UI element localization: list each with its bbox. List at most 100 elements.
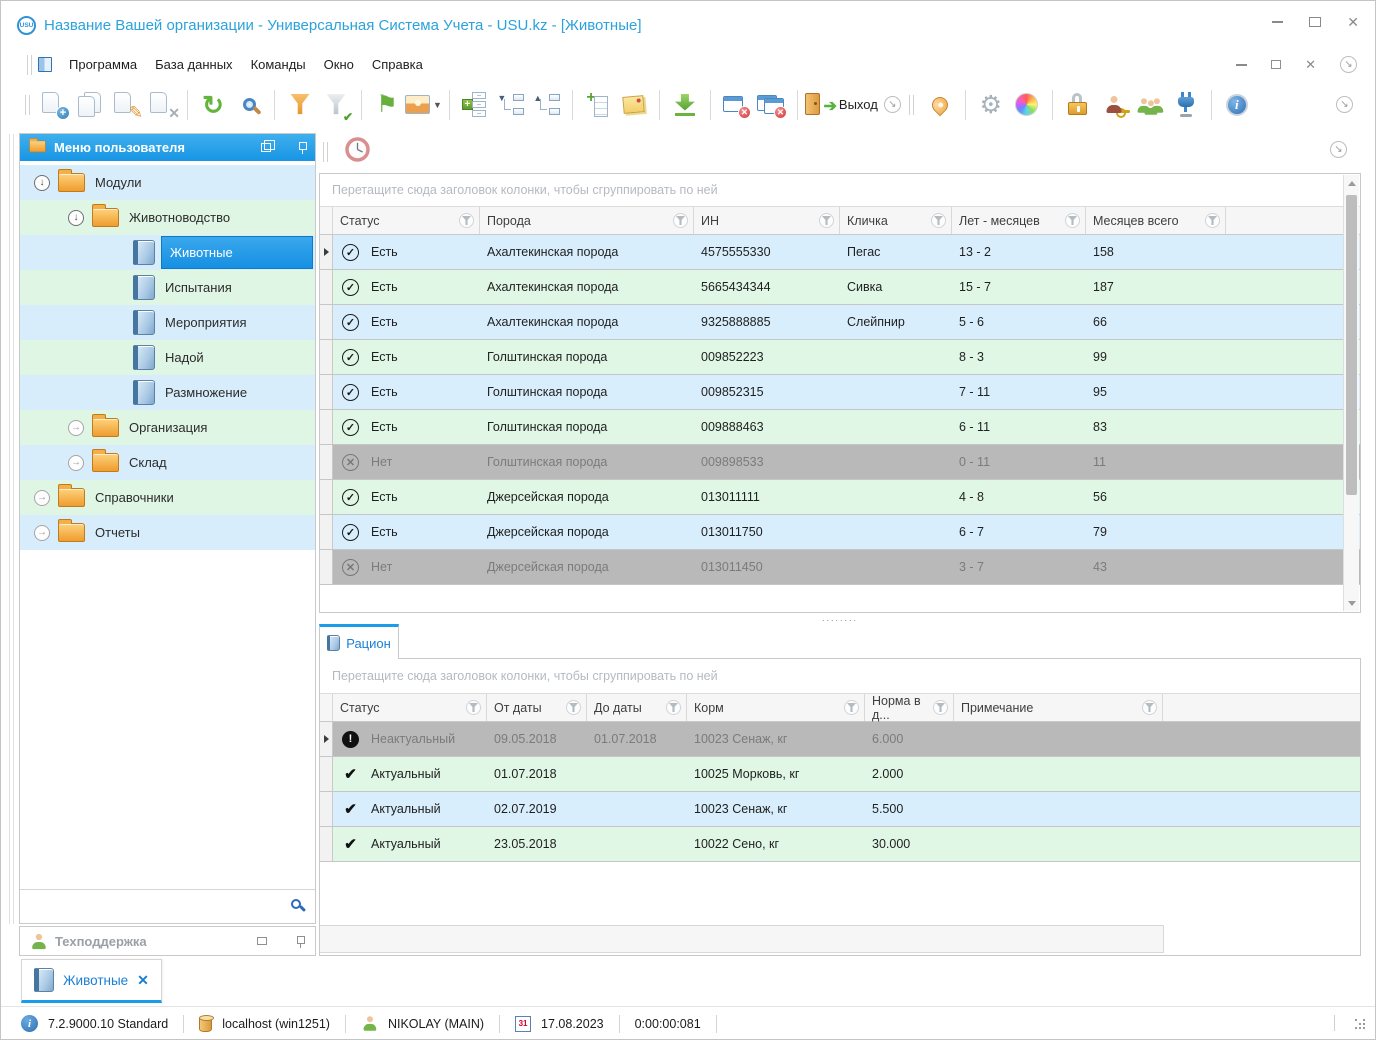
filter-icon[interactable] [931,213,946,228]
table-row[interactable]: ✓ЕстьАхалтекинская порода5665434344Сивка… [320,270,1360,305]
edit-record-button[interactable]: ✎ [108,84,144,126]
sidebar-item-ispytaniya[interactable]: Испытания [20,270,315,305]
column-header[interactable]: Корм [687,694,865,721]
expand-toggle-icon[interactable]: → [34,490,50,506]
expand-toggle-icon[interactable]: → [68,455,84,471]
close-all-windows-button[interactable]: ✕ [754,84,790,126]
tab-close-icon[interactable]: ✕ [137,972,149,989]
resize-grip[interactable] [1355,1019,1367,1031]
collapse-toggle-icon[interactable]: ↓ [34,175,50,191]
tab-racion[interactable]: Рацион [319,624,399,659]
sidebar-item-moduli[interactable]: ↓Модули [20,165,315,200]
refresh-button[interactable]: ↻ [195,84,231,126]
export-button[interactable] [667,84,703,126]
table-row[interactable]: ✓ЕстьАхалтекинская порода9325888885Слейп… [320,305,1360,340]
column-header[interactable]: Статус [333,694,487,721]
support-pin-icon[interactable] [295,935,305,948]
filter-icon[interactable] [819,213,834,228]
table-row[interactable]: ✓ЕстьДжерсейская порода0130111114 - 856 [320,480,1360,515]
table-row[interactable]: ✔Актуальный23.05.201810022 Сено, кг30.00… [320,827,1360,862]
child-minimize-icon[interactable] [1236,64,1247,66]
sidebar-item-organizaciya[interactable]: →Организация [20,410,315,445]
table-row[interactable]: ✓ЕстьДжерсейская порода0130117506 - 779 [320,515,1360,550]
filter-icon[interactable] [1142,700,1157,715]
expand-rows-button[interactable]: +−−− [457,84,493,126]
sidebar-item-sklad[interactable]: →Склад [20,445,315,480]
toolbar-overflow-icon[interactable]: ↘ [1336,96,1353,113]
grid-toolbar-overflow-icon[interactable]: ↘ [1330,141,1347,158]
expand-toggle-icon[interactable]: → [68,420,84,436]
menu-baza-dannyh[interactable]: База данных [146,52,241,77]
exit-button[interactable]: ➔ Выход ↘ [805,84,901,126]
sidebar-item-nadoj[interactable]: Надой [20,340,315,375]
notes-button[interactable] [616,84,652,126]
collapse-tree-button[interactable]: ▼ [493,84,529,126]
copy-record-button[interactable] [72,84,108,126]
expand-toggle-icon[interactable]: → [34,525,50,541]
location-button[interactable] [922,84,958,126]
add-column-button[interactable]: + [580,84,616,126]
scroll-up-icon[interactable] [1344,175,1359,191]
column-header[interactable]: Норма в д... [865,694,954,721]
filter-button[interactable] [282,84,318,126]
table-row[interactable]: !Неактуальный09.05.201801.07.201810023 С… [320,722,1360,757]
column-header[interactable]: От даты [487,694,587,721]
column-header[interactable]: ИН [694,207,840,234]
sidebar-item-zhivotnovodstvo[interactable]: ↓Животноводство [20,200,315,235]
user-rights-button[interactable] [1096,84,1132,126]
menubar-overflow-icon[interactable]: ↘ [1340,56,1357,73]
table-row[interactable]: ✓ЕстьГолштинская порода0098522238 - 399 [320,340,1360,375]
sidebar-item-meropriyatiya[interactable]: Мероприятия [20,305,315,340]
new-record-button[interactable]: + [36,84,72,126]
filter-icon[interactable] [1065,213,1080,228]
table-row[interactable]: ✓ЕстьГолштинская порода0098884636 - 1183 [320,410,1360,445]
collapse-toggle-icon[interactable]: ↓ [68,210,84,226]
column-header[interactable]: До даты [587,694,687,721]
document-tab-zhivotnye[interactable]: Животные ✕ [21,959,162,1003]
column-header[interactable]: Лет - месяцев [952,207,1086,234]
column-header[interactable]: Примечание [954,694,1163,721]
sidebar-item-otchety[interactable]: →Отчеты [20,515,315,550]
sidebar-item-razmnozhenie[interactable]: Размножение [20,375,315,410]
minimize-icon[interactable] [1272,21,1283,23]
menu-programma[interactable]: Программа [60,52,146,77]
filter-icon[interactable] [933,700,948,715]
filter-settings-button[interactable]: ✔ [318,84,354,126]
table-row[interactable]: ✔Актуальный01.07.201810025 Морковь, кг2.… [320,757,1360,792]
column-header[interactable]: Статус [333,207,480,234]
settings-button[interactable]: ⚙ [973,84,1009,126]
colors-button[interactable] [1009,84,1045,126]
column-header[interactable]: Месяцев всего [1086,207,1226,234]
filter-icon[interactable] [666,700,681,715]
filter-icon[interactable] [466,700,481,715]
users-button[interactable] [1132,84,1168,126]
scroll-down-icon[interactable] [1344,595,1359,611]
table-row[interactable]: ✔Актуальный02.07.201910023 Сенаж, кг5.50… [320,792,1360,827]
filter-icon[interactable] [844,700,859,715]
search-button[interactable] [231,84,267,126]
toolbar-grip[interactable] [27,55,32,75]
panel-splitter[interactable]: ........ [319,612,1361,624]
tech-support-bar[interactable]: Техподдержка [19,926,316,956]
toolbar-grip-2[interactable] [25,95,30,115]
maximize-icon[interactable] [1309,17,1321,27]
panel-restore-icon[interactable] [261,143,271,152]
support-restore-icon[interactable] [257,937,267,945]
panel-pin-icon[interactable] [297,141,307,154]
search-icon[interactable] [291,899,301,909]
column-header[interactable]: Порода [480,207,694,234]
menu-okno[interactable]: Окно [315,52,363,77]
sidebar-item-spravochniki[interactable]: →Справочники [20,480,315,515]
flag-button[interactable]: ⚑ [369,84,405,126]
child-restore-icon[interactable] [1271,60,1281,69]
filter-icon[interactable] [673,213,688,228]
image-button[interactable]: ▼ [405,84,442,126]
close-icon[interactable]: ✕ [1347,17,1359,27]
filter-icon[interactable] [566,700,581,715]
expand-tree-button[interactable]: ▲ [529,84,565,126]
sidebar-grip[interactable] [9,134,14,924]
filter-icon[interactable] [459,213,474,228]
table-row[interactable]: ✕НетГолштинская порода0098985330 - 1111 [320,445,1360,480]
delete-record-button[interactable]: ✕ [144,84,180,126]
table-row[interactable]: ✓ЕстьАхалтекинская порода4575555330Пегас… [320,235,1360,270]
